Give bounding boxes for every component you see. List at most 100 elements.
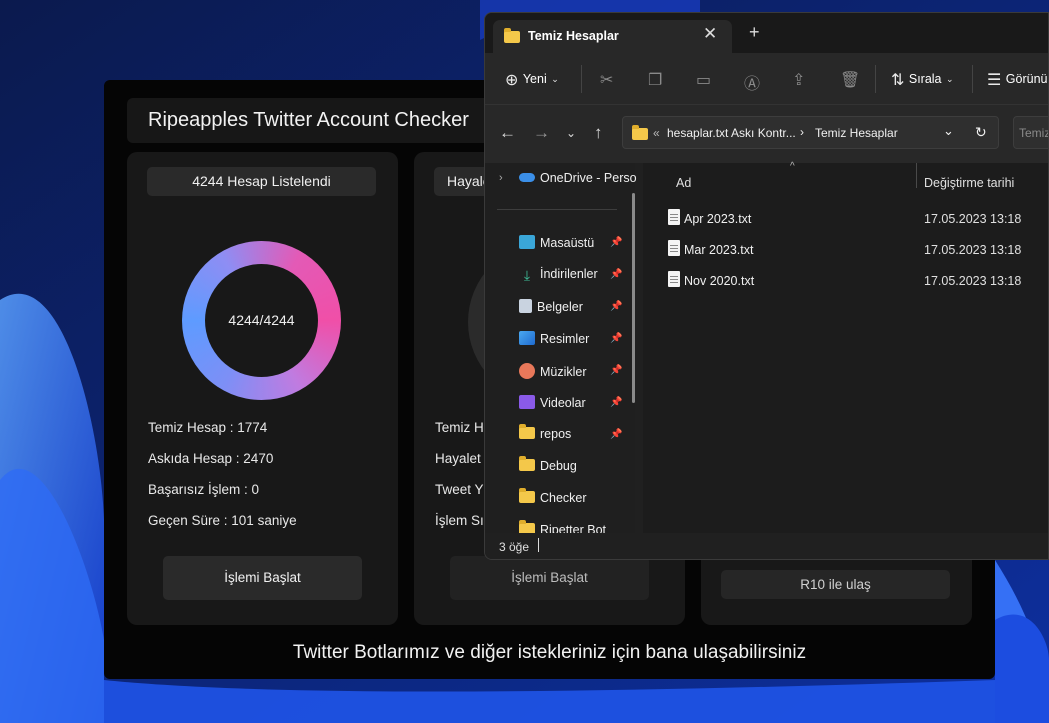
file-name: Nov 2020.txt: [684, 274, 755, 288]
share-icon[interactable]: ⇪: [792, 70, 805, 90]
chevron-down-icon: ⌄: [945, 74, 954, 84]
folder-icon: [519, 456, 535, 471]
nav-item-documents[interactable]: Belgeler: [519, 299, 583, 321]
refresh-icon[interactable]: ↻: [975, 124, 987, 141]
folder-icon: [632, 125, 648, 140]
nav-item-videos[interactable]: Videolar: [519, 395, 586, 417]
nav-item-checker[interactable]: Checker: [519, 488, 587, 513]
folder-icon: [504, 28, 520, 43]
nav-item-debug[interactable]: Debug: [519, 456, 577, 481]
nav-pane-scrollbar[interactable]: [632, 193, 635, 403]
download-icon: ⤓: [523, 267, 531, 283]
divider: [497, 209, 617, 210]
file-name: Mar 2023.txt: [684, 243, 754, 257]
file-row[interactable]: Nov 2020.txt 17.05.2023 13:18: [643, 266, 1048, 296]
video-icon: [519, 395, 535, 409]
nav-item-onedrive[interactable]: OneDrive - Perso: [519, 171, 637, 193]
address-bar[interactable]: « hesaplar.txt Askı Kontr... › Temiz Hes…: [622, 116, 999, 149]
folder-icon: [519, 424, 535, 439]
nav-item-repos[interactable]: repos: [519, 424, 571, 449]
cloud-icon: [519, 173, 535, 182]
ghost-stat-clean: Temiz H: [435, 420, 484, 435]
file-explorer-window: Temiz Hesaplar ✕ + ⊕ Yeni ⌄ ✂ ❐ ▭ Ⓐ ⇪ 🗑 …: [484, 12, 1049, 560]
new-button[interactable]: ⊕ Yeni ⌄: [505, 70, 559, 90]
up-arrow-icon[interactable]: ↑: [594, 123, 603, 143]
pin-icon[interactable]: 📌: [610, 237, 622, 248]
music-icon: [519, 363, 535, 379]
tab-temiz-hesaplar[interactable]: Temiz Hesaplar ✕: [493, 20, 732, 53]
ghost-stat-tweet: Tweet Y: [435, 482, 484, 497]
text-file-icon: [668, 271, 680, 287]
close-tab-icon[interactable]: ✕: [703, 24, 717, 44]
cut-icon[interactable]: ✂: [600, 70, 613, 90]
delete-icon[interactable]: 🗑: [840, 70, 860, 90]
footer-message: Twitter Botlarımız ve diğer istekleriniz…: [292, 642, 807, 663]
forward-arrow-icon[interactable]: →: [533, 123, 550, 143]
sort-icon: ⇅: [891, 72, 905, 89]
nav-item-label: Resimler: [540, 332, 590, 346]
copy-icon[interactable]: ❐: [648, 70, 662, 90]
desktop-icon: [519, 235, 535, 249]
pin-icon[interactable]: 📌: [610, 397, 622, 408]
stat-elapsed: Geçen Süre : 101 saniye: [148, 513, 297, 528]
nav-item-label: Debug: [540, 459, 577, 473]
folder-icon: [519, 488, 535, 503]
breadcrumb-current[interactable]: Temiz Hesaplar: [815, 126, 898, 140]
pin-icon[interactable]: 📌: [610, 365, 622, 376]
divider: [972, 65, 973, 93]
nav-item-downloads[interactable]: ⤓ İndirilenler: [519, 267, 598, 289]
pin-icon[interactable]: 📌: [610, 269, 622, 280]
column-header-name[interactable]: Ad: [676, 176, 691, 190]
new-label: Yeni: [522, 72, 547, 86]
plus-circle-icon: ⊕: [505, 72, 519, 89]
nav-item-music[interactable]: Müzikler: [519, 363, 587, 385]
file-name: Apr 2023.txt: [684, 212, 752, 226]
status-bar: 3 öğe: [485, 533, 1048, 559]
search-input[interactable]: Temiz: [1013, 116, 1048, 149]
pin-icon[interactable]: 📌: [610, 301, 622, 312]
view-button[interactable]: ☰ Görünü: [987, 70, 1048, 90]
file-row[interactable]: Mar 2023.txt 17.05.2023 13:18: [643, 235, 1048, 265]
checker-card-main: 4244 Hesap Listelendi 4244/4244 Temiz He…: [127, 152, 398, 625]
breadcrumb-parent[interactable]: hesaplar.txt Askı Kontr...: [667, 126, 796, 140]
r10-contact-button[interactable]: R10 ile ulaş: [721, 570, 950, 599]
nav-item-label: İndirilenler: [540, 267, 598, 281]
file-row[interactable]: Apr 2023.txt 17.05.2023 13:18: [643, 204, 1048, 234]
tab-bar: Temiz Hesaplar ✕ +: [485, 13, 1048, 53]
nav-item-label: Belgeler: [537, 300, 583, 314]
column-separator[interactable]: [916, 163, 917, 188]
sort-label: Sırala: [908, 72, 942, 86]
nav-item-label: Videolar: [540, 396, 586, 410]
sort-ascending-icon: ^: [790, 161, 795, 172]
start-button[interactable]: İşlemi Başlat: [163, 556, 362, 600]
app-title: Ripeapples Twitter Account Checker: [127, 98, 507, 143]
back-arrow-icon[interactable]: ←: [499, 123, 516, 143]
nav-item-label: Masaüstü: [540, 236, 595, 250]
command-bar: ⊕ Yeni ⌄ ✂ ❐ ▭ Ⓐ ⇪ 🗑 ⇅ Sırala ⌄ ☰ Görünü: [485, 53, 1048, 105]
ghost-stat-ghost: Hayalet: [435, 451, 481, 466]
navigation-pane: › OneDrive - Perso Masaüstü 📌 ⤓ İndirilen…: [485, 163, 637, 537]
new-tab-icon[interactable]: +: [749, 22, 760, 43]
pictures-icon: [519, 331, 535, 345]
rename-icon[interactable]: Ⓐ: [744, 70, 760, 94]
sort-button[interactable]: ⇅ Sırala ⌄: [891, 70, 954, 90]
recent-locations-chevron-icon[interactable]: ⌄: [566, 126, 576, 140]
expand-chevron-icon[interactable]: ›: [499, 172, 503, 184]
pin-icon[interactable]: 📌: [610, 429, 622, 440]
overflow-chevrons-icon[interactable]: «: [653, 126, 660, 140]
divider: [581, 65, 582, 93]
address-dropdown-chevron-icon[interactable]: ⌄: [943, 123, 954, 139]
item-count: 3 öğe: [499, 540, 530, 554]
pin-icon[interactable]: 📌: [610, 333, 622, 344]
navigation-bar: ← → ⌄ ↑ « hesaplar.txt Askı Kontr... › T…: [485, 105, 1048, 163]
nav-item-desktop[interactable]: Masaüstü: [519, 235, 594, 257]
ghost-start-button[interactable]: İşlemi Başlat: [450, 556, 649, 600]
text-file-icon: [668, 240, 680, 256]
stat-clean: Temiz Hesap : 1774: [148, 420, 268, 435]
nav-item-label: OneDrive - Perso: [540, 171, 637, 185]
file-modified: 17.05.2023 13:18: [924, 274, 1022, 288]
nav-item-pictures[interactable]: Resimler: [519, 331, 589, 353]
column-header-modified[interactable]: Değiştirme tarihi: [924, 176, 1014, 190]
view-label: Görünü: [1005, 72, 1048, 86]
paste-icon[interactable]: ▭: [696, 70, 711, 90]
